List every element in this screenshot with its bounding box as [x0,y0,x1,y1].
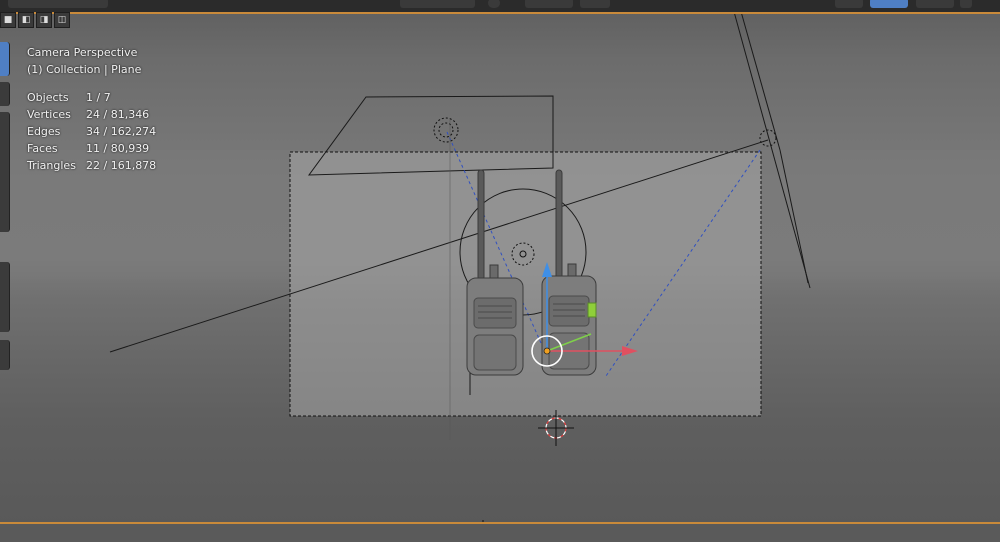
cursor-tool-icon[interactable] [0,82,10,106]
point-light-icon[interactable] [433,117,459,143]
stat-value: 34 / 162,274 [86,125,157,138]
stat-value: 1 / 7 [86,91,111,104]
select-box-icon[interactable]: ■ [0,12,16,28]
annotate-tools-group[interactable] [0,262,10,332]
stat-row: Faces 11 / 80,939 [27,140,156,157]
select-tool-icon[interactable] [0,42,10,76]
xray-toggle-icon[interactable] [960,0,972,8]
stat-row: Vertices 24 / 81,346 [27,106,156,123]
stat-row: Edges 34 / 162,274 [27,123,156,140]
stat-label: Objects [27,91,69,104]
pivot-icon[interactable] [488,0,500,8]
viewport-text-overlay: Camera Perspective (1) Collection | Plan… [27,44,156,174]
visibility-dropdown[interactable] [835,0,863,8]
overlays-toggle-icon[interactable] [916,0,954,8]
stat-value: 24 / 81,346 [86,108,150,121]
stat-label: Edges [27,125,61,138]
tool-shelf[interactable] [0,40,10,370]
point-light-inner [438,122,454,138]
transform-orientation-dropdown[interactable] [400,0,475,8]
snap-dropdown[interactable] [525,0,573,8]
stat-label: Triangles [27,159,76,172]
select-intersect-icon[interactable]: ◫ [54,12,70,28]
stat-label: Faces [27,142,58,155]
camera-frame-fill [290,152,761,416]
light-icon[interactable] [759,129,777,147]
stat-value: 11 / 80,939 [86,142,150,155]
proportional-edit-icon[interactable] [580,0,610,8]
gizmo-toggle-icon[interactable] [870,0,908,8]
light-wire-2 [739,7,781,151]
scene-statistics: Objects 1 / 7 Vertices 24 / 81,346 Edges 34… [27,89,156,174]
stat-value: 22 / 161,878 [86,159,157,172]
stat-row: Triangles 22 / 161,878 [27,157,156,174]
add-cube-tool-icon[interactable] [0,340,10,370]
select-subtract-icon[interactable]: ◨ [36,12,52,28]
mode-dropdown[interactable] [8,0,108,8]
origin-dot [543,347,551,355]
selection-mode-group[interactable]: ■ ◧ ◨ ◫ [0,12,70,30]
stat-row: Objects 1 / 7 [27,89,156,106]
select-extend-icon[interactable]: ◧ [18,12,34,28]
collection-line: (1) Collection | Plane [27,63,142,76]
view-title: Camera Perspective [27,46,138,59]
stat-label: Vertices [27,108,71,121]
viewport-bottom-region [0,522,1000,542]
transform-tools-group[interactable] [0,112,10,232]
3d-viewport[interactable]: ■ ◧ ◨ ◫ Camera Perspective (1) Collectio… [0,0,1000,542]
viewport-header[interactable] [0,0,1000,14]
